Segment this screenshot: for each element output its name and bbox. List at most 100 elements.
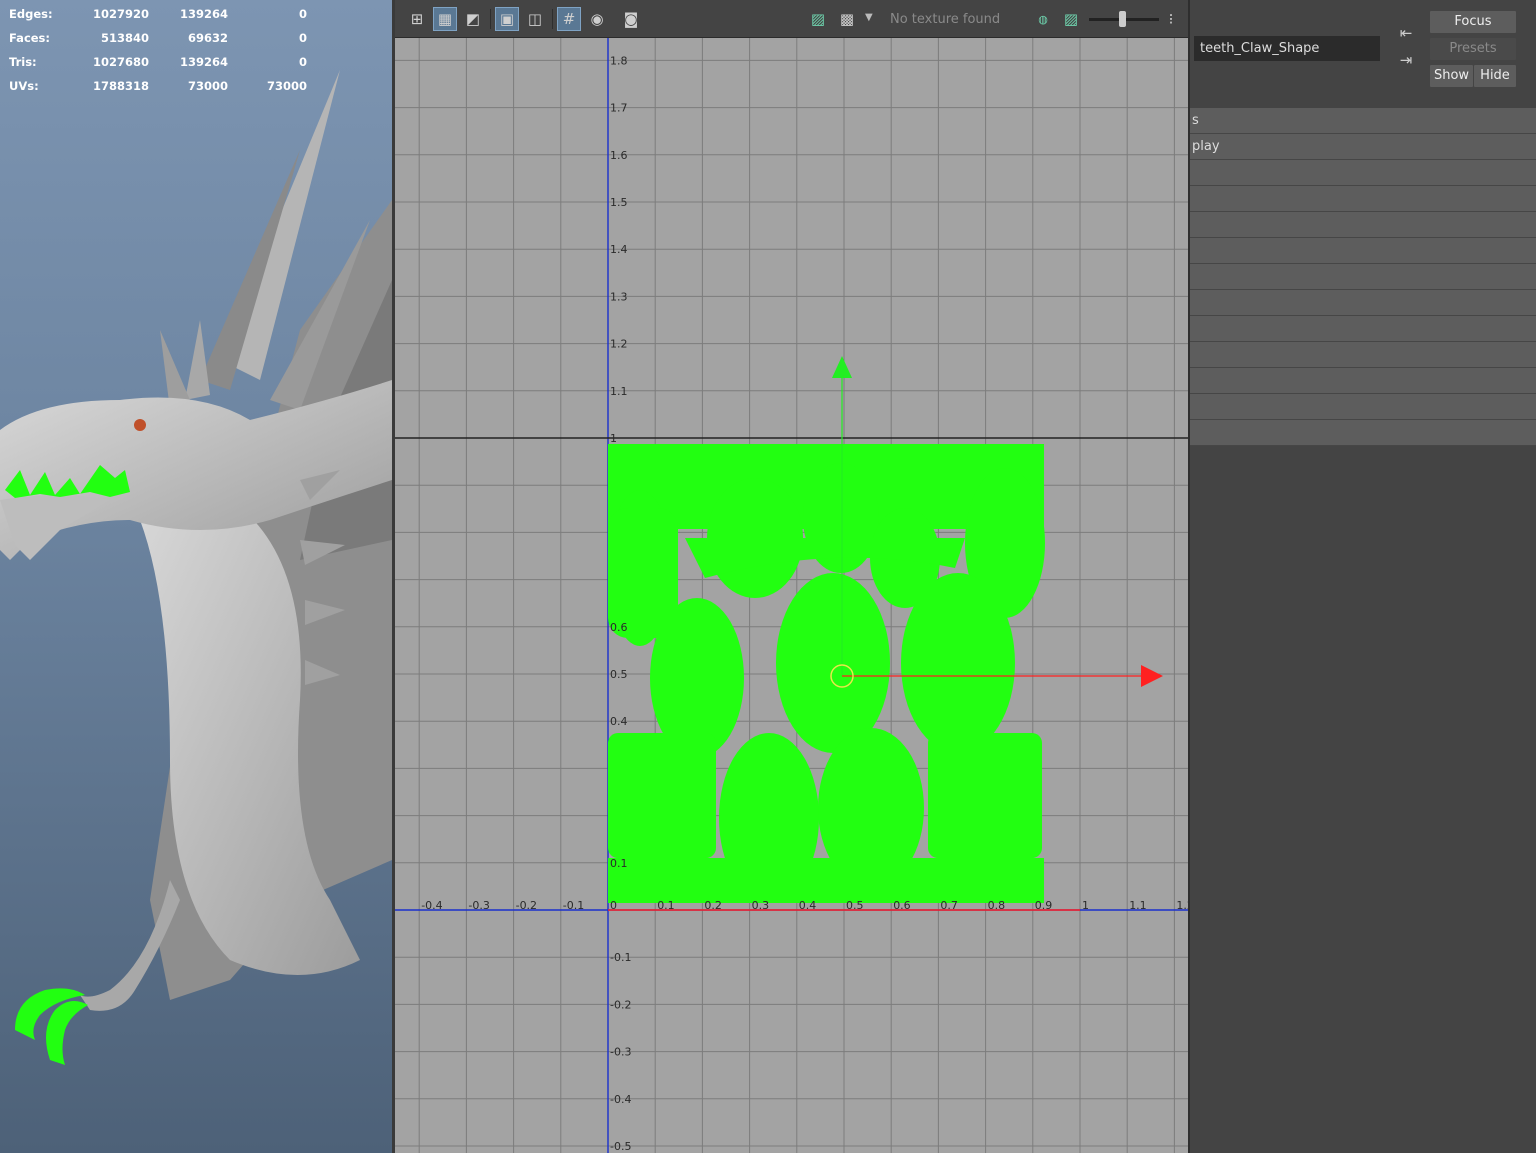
attribute-section-row[interactable] xyxy=(1190,342,1536,368)
hud-edges-row: Edges: 1027920 139264 0 xyxy=(9,7,309,31)
x-tick-label: 1 xyxy=(1082,899,1089,912)
y-tick-label: 1.7 xyxy=(610,102,628,115)
hud-value: 0 xyxy=(298,55,307,69)
show-button[interactable]: Show xyxy=(1430,65,1473,87)
hud-value: 0 xyxy=(298,31,307,45)
hud-faces-row: Faces: 513840 69632 0 xyxy=(9,31,309,55)
snapshot-icon[interactable]: ◙ xyxy=(619,7,643,31)
y-tick-label: 1.3 xyxy=(610,290,628,303)
y-tick-label: 1.1 xyxy=(610,385,628,398)
x-tick-label: 0.6 xyxy=(893,899,911,912)
uv-shell-icon[interactable]: ▦ xyxy=(433,7,457,31)
load-attributes-icon[interactable]: ⇤ xyxy=(1396,24,1416,42)
uv-shell xyxy=(901,573,1015,753)
attribute-section-row[interactable] xyxy=(1190,212,1536,238)
y-tick-label: -0.5 xyxy=(610,1140,631,1153)
attribute-section-row[interactable] xyxy=(1190,186,1536,212)
u-arrow-icon xyxy=(1141,665,1163,687)
exposure-slider[interactable] xyxy=(1089,11,1159,27)
toolbar-separator xyxy=(552,9,553,29)
uv-shell xyxy=(928,733,1042,858)
hud-value: 1027920 xyxy=(92,7,149,21)
hud-value: 0 xyxy=(298,7,307,21)
y-tick-label: 0.1 xyxy=(610,857,628,870)
distortion-icon[interactable]: ◩ xyxy=(461,7,485,31)
chevron-down-icon[interactable]: ▼ xyxy=(865,12,873,23)
x-tick-label: 0.8 xyxy=(988,899,1006,912)
checker-sphere-icon[interactable]: ◉ xyxy=(585,7,609,31)
attribute-section-row[interactable] xyxy=(1190,420,1536,446)
uv-shells-selection xyxy=(608,444,1045,903)
x-tick-label: 0.4 xyxy=(799,899,817,912)
slider-handle[interactable] xyxy=(1119,11,1126,27)
hud-value: 139264 xyxy=(179,55,228,69)
attribute-section-list: s play xyxy=(1190,108,1536,446)
wireframe-icon[interactable]: ⊞ xyxy=(405,7,429,31)
x-tick-label: -0.2 xyxy=(516,899,537,912)
focus-button[interactable]: Focus xyxy=(1430,11,1516,33)
uv-shell xyxy=(776,573,890,753)
attribute-section-row[interactable] xyxy=(1190,290,1536,316)
uv-grid-canvas[interactable]: -0.4 -0.3 -0.2 -0.1 0 0.1 0.2 0.3 0.4 0.5 0.6 0.7 0.… xyxy=(395,38,1188,1153)
x-tick-label: -0.4 xyxy=(421,899,442,912)
y-tick-label: 1.2 xyxy=(610,338,628,351)
hide-button[interactable]: Hide xyxy=(1474,65,1516,87)
hud-tris-row: Tris: 1027680 139264 0 xyxy=(9,55,309,79)
x-tick-label: -0.3 xyxy=(468,899,489,912)
y-tick-label: -0.1 xyxy=(610,951,631,964)
attribute-editor-panel: teeth_Claw_Shape ⇤ ⇥ Focus Presets Show … xyxy=(1190,0,1536,1153)
x-tick-label: -0.1 xyxy=(563,899,584,912)
checker-pattern-icon[interactable]: ▩ xyxy=(835,7,859,31)
x-tick-label: 0.2 xyxy=(704,899,722,912)
attribute-section-row[interactable]: s xyxy=(1190,108,1536,134)
x-tick-label: 0.3 xyxy=(752,899,770,912)
y-tick-label: 1.5 xyxy=(610,196,628,209)
texture-name-label: No texture found xyxy=(890,12,1001,27)
presets-button[interactable]: Presets xyxy=(1430,38,1516,60)
hud-label: Faces: xyxy=(9,31,51,45)
hud-value: 73000 xyxy=(187,79,228,93)
hud-value: 513840 xyxy=(100,31,149,45)
grid-icon[interactable]: # xyxy=(557,7,581,31)
display-image-icon[interactable]: ▨ xyxy=(806,7,830,31)
y-tick-label: -0.3 xyxy=(610,1046,631,1059)
exposure-toggle-icon[interactable]: ⁝ xyxy=(1159,7,1183,31)
v-arrow-icon xyxy=(832,356,852,378)
copy-tab-icon[interactable]: ⇥ xyxy=(1396,51,1416,69)
x-tick-label: 0.5 xyxy=(846,899,864,912)
attribute-section-row[interactable] xyxy=(1190,316,1536,342)
uv-grid-lines xyxy=(395,38,1188,1153)
attribute-section-row[interactable] xyxy=(1190,394,1536,420)
hud-label: Edges: xyxy=(9,7,53,21)
perspective-viewport[interactable]: Edges: 1027920 139264 0 Faces: 513840 69… xyxy=(0,0,392,1153)
y-tick-label: 1.8 xyxy=(610,54,628,67)
y-tick-label: 1.4 xyxy=(610,243,628,256)
uv-editor-panel[interactable]: ⊞ ▦ ◩ ▣ ◫ # ◉ ◙ ▨ ▩ ▼ No texture found ◍… xyxy=(392,0,1190,1153)
x-tick-label: 0.1 xyxy=(657,899,675,912)
hud-uvs-row: UVs: 1788318 73000 73000 xyxy=(9,79,309,103)
uv-shell xyxy=(608,858,1044,903)
attribute-section-row[interactable] xyxy=(1190,160,1536,186)
shape-name-field[interactable]: teeth_Claw_Shape xyxy=(1194,36,1380,61)
hud-value: 139264 xyxy=(179,7,228,21)
uv-toolbar: ⊞ ▦ ◩ ▣ ◫ # ◉ ◙ ▨ ▩ ▼ No texture found ◍… xyxy=(395,0,1188,38)
x-tick-label: 1.1 xyxy=(1129,899,1147,912)
y-tick-label: 1 xyxy=(610,432,617,445)
shaded-uv-icon[interactable]: ▣ xyxy=(495,7,519,31)
hud-value: 73000 xyxy=(266,79,307,93)
attribute-section-row[interactable] xyxy=(1190,368,1536,394)
attribute-section-row[interactable] xyxy=(1190,264,1536,290)
hud-value: 1027680 xyxy=(92,55,149,69)
dragon-model[interactable] xyxy=(0,0,392,1153)
attribute-section-row[interactable] xyxy=(1190,238,1536,264)
y-tick-label: 0.6 xyxy=(610,621,628,634)
rgb-channels-icon[interactable]: ◍ xyxy=(1031,7,1055,31)
poly-count-hud: Edges: 1027920 139264 0 Faces: 513840 69… xyxy=(9,7,309,103)
attribute-section-row[interactable]: play xyxy=(1190,134,1536,160)
x-tick-label: 0 xyxy=(610,899,617,912)
image-ratio-icon[interactable]: ▨ xyxy=(1059,7,1083,31)
hud-value: 1788318 xyxy=(92,79,149,93)
texture-borders-icon[interactable]: ◫ xyxy=(523,7,547,31)
x-tick-label: 1.2 xyxy=(1176,899,1188,912)
hud-value: 69632 xyxy=(187,31,228,45)
